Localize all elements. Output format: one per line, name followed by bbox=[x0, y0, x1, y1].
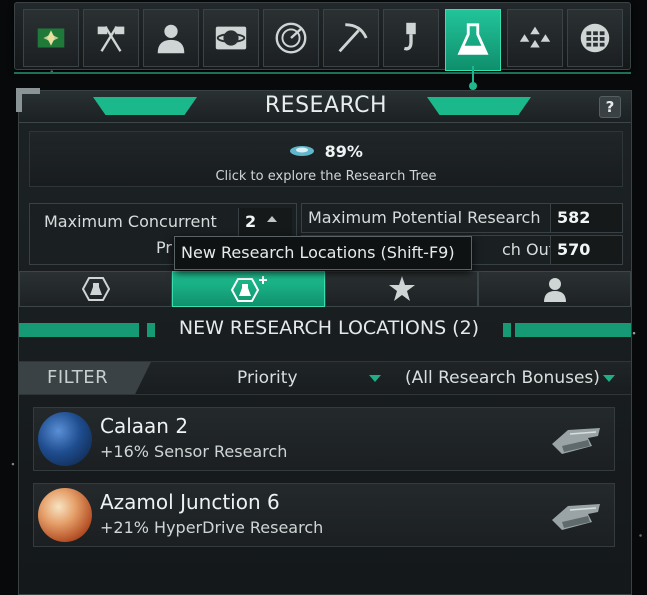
help-button[interactable]: ? bbox=[599, 96, 621, 118]
hex-flask-plus-icon bbox=[230, 276, 267, 302]
panel-title: RESEARCH bbox=[264, 93, 388, 118]
tab-scientists[interactable] bbox=[478, 271, 631, 307]
research-tree-hint: Click to explore the Research Tree bbox=[215, 169, 437, 184]
location-name: Calaan 2 bbox=[100, 414, 189, 438]
research-tree-icon bbox=[289, 143, 315, 162]
panel-corner-bracket bbox=[16, 88, 40, 112]
triangle-formation-icon bbox=[519, 26, 551, 48]
planet-icon bbox=[215, 26, 247, 50]
max-potential-label: Maximum Potential Research bbox=[308, 208, 541, 227]
crane-hook-icon bbox=[403, 22, 416, 51]
max-concurrent-label-line2: Pr bbox=[156, 238, 172, 257]
stepper-up-icon[interactable] bbox=[267, 216, 277, 222]
section-header: NEW RESEARCH LOCATIONS (2) bbox=[19, 317, 631, 341]
ship-icon[interactable] bbox=[548, 424, 604, 458]
max-potential-box: Maximum Potential Research 582 bbox=[301, 203, 623, 233]
person-icon bbox=[543, 278, 566, 302]
research-output-value: 570 bbox=[550, 236, 622, 264]
bonus-chevron-down-icon[interactable] bbox=[603, 375, 615, 382]
crossed-flags-icon bbox=[97, 25, 125, 52]
star-flag-icon bbox=[37, 28, 65, 48]
fleets-button[interactable] bbox=[507, 9, 563, 67]
bonus-filter-dropdown[interactable]: (All Research Bonuses) bbox=[405, 368, 600, 388]
star-icon bbox=[388, 276, 415, 301]
radar-icon bbox=[275, 22, 307, 54]
sort-dropdown[interactable]: Priority bbox=[237, 368, 298, 388]
hex-flask-icon bbox=[81, 277, 110, 301]
sort-chevron-down-icon[interactable] bbox=[369, 375, 381, 382]
planet-icon bbox=[38, 488, 92, 542]
research-progress: 89% bbox=[30, 142, 622, 162]
colonies-button[interactable] bbox=[203, 9, 259, 67]
designs-button[interactable] bbox=[567, 9, 623, 67]
research-tree-button[interactable]: 89% Click to explore the Research Tree bbox=[29, 131, 623, 187]
max-concurrent-label: Maximum Concurrent bbox=[44, 212, 217, 231]
ship-icon[interactable] bbox=[548, 500, 604, 534]
section-title: NEW RESEARCH LOCATIONS (2) bbox=[178, 317, 480, 339]
filter-row: FILTER Priority (All Research Bonuses) bbox=[19, 361, 631, 395]
max-concurrent-value: 2 bbox=[245, 212, 257, 231]
characters-button[interactable] bbox=[143, 9, 199, 67]
intelligence-button[interactable] bbox=[263, 9, 319, 67]
research-button[interactable] bbox=[445, 9, 501, 71]
tab-research-projects[interactable] bbox=[19, 271, 172, 307]
location-bonus: +21% HyperDrive Research bbox=[100, 518, 324, 537]
tab-special-research[interactable] bbox=[325, 271, 478, 307]
research-panel: RESEARCH ? 89% Click to explore the Rese… bbox=[18, 90, 632, 595]
diplomacy-button[interactable] bbox=[83, 9, 139, 67]
list-item[interactable]: Calaan 2 +16% Sensor Research bbox=[33, 407, 615, 471]
pickaxe-icon bbox=[338, 23, 368, 53]
planet-icon bbox=[38, 412, 92, 466]
flask-icon bbox=[457, 23, 489, 55]
construction-button[interactable] bbox=[383, 9, 439, 67]
grid-icon bbox=[580, 23, 610, 53]
list-item[interactable]: Azamol Junction 6 +21% HyperDrive Resear… bbox=[33, 483, 615, 547]
main-toolbar bbox=[14, 2, 631, 71]
location-bonus: +16% Sensor Research bbox=[100, 442, 288, 461]
panel-title-bar: RESEARCH ? bbox=[19, 91, 631, 123]
tab-tooltip: New Research Locations (Shift-F9) bbox=[174, 236, 472, 270]
person-icon bbox=[157, 24, 185, 54]
toolbar-connector-dot bbox=[469, 82, 477, 90]
filter-label: FILTER bbox=[19, 362, 151, 394]
max-concurrent-stepper[interactable]: 2 bbox=[238, 208, 292, 236]
research-percent: 89% bbox=[324, 142, 363, 161]
section-bar-left bbox=[19, 323, 139, 337]
section-bar-right bbox=[515, 323, 631, 337]
section-bar-right-tick bbox=[503, 323, 511, 337]
empire-flag-button[interactable] bbox=[23, 9, 79, 67]
mining-button[interactable] bbox=[323, 9, 379, 67]
max-potential-value: 582 bbox=[550, 204, 622, 232]
location-name: Azamol Junction 6 bbox=[100, 490, 280, 514]
toolbar-divider bbox=[14, 72, 631, 74]
tab-new-research-locations[interactable] bbox=[172, 271, 325, 307]
